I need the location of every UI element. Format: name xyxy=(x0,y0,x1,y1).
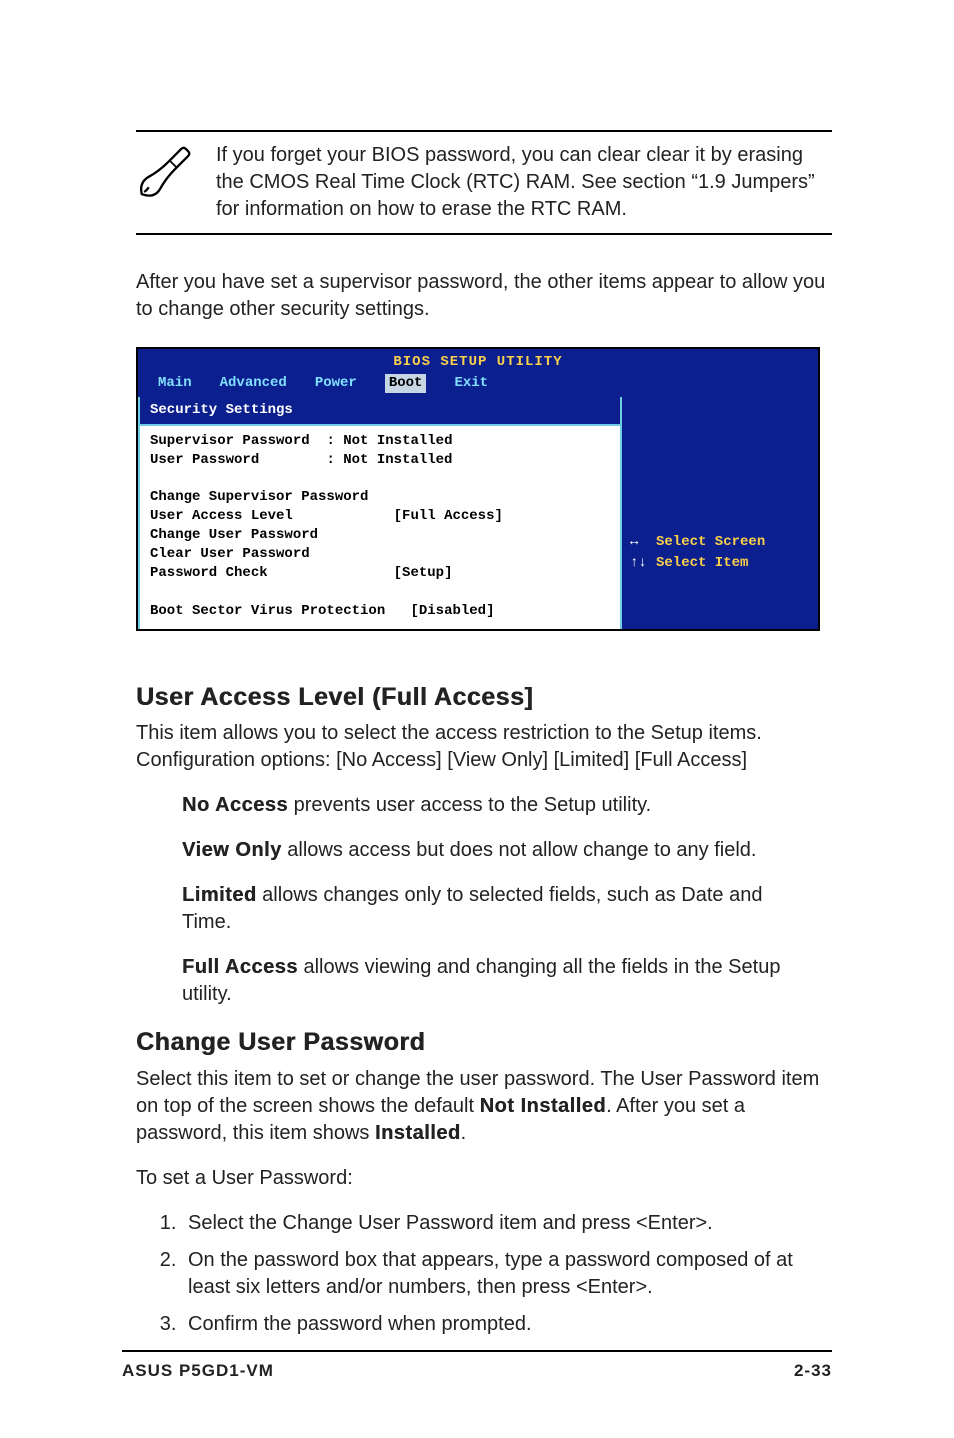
panel-heading: Security Settings xyxy=(140,397,620,426)
bios-help-panel: ↔ Select Screen ↑↓ Select Item xyxy=(622,397,818,629)
tab-main[interactable]: Main xyxy=(158,374,192,393)
bios-tab-bar: Main Advanced Power Boot Exit xyxy=(144,374,812,393)
row-spacer xyxy=(150,469,610,488)
note-block: If you forget your BIOS password, you ca… xyxy=(136,130,832,235)
def-view-only: View Only allows access but does not all… xyxy=(182,837,812,864)
heading-change-user-password: Change User Password xyxy=(136,1026,832,1060)
arrows-lr-icon: ↔ xyxy=(630,533,646,552)
page-footer: ASUS P5GD1-VM 2-33 xyxy=(122,1350,832,1383)
user-password-steps: Select the Change User Password item and… xyxy=(154,1210,832,1338)
manual-page: If you forget your BIOS password, you ca… xyxy=(0,0,954,1438)
intro-paragraph: After you have set a supervisor password… xyxy=(136,269,832,323)
footer-product: ASUS P5GD1-VM xyxy=(122,1360,274,1383)
tab-boot[interactable]: Boot xyxy=(385,374,427,393)
tab-power[interactable]: Power xyxy=(315,374,357,393)
item-user-access-level[interactable]: User Access Level [Full Access] xyxy=(150,507,610,526)
def-no-access: No Access prevents user access to the Se… xyxy=(182,792,812,819)
user-access-level-desc: This item allows you to select the acces… xyxy=(136,720,832,774)
to-set-user-password: To set a User Password: xyxy=(136,1165,832,1192)
help-select-item: ↑↓ Select Item xyxy=(630,554,810,573)
tab-advanced[interactable]: Advanced xyxy=(220,374,287,393)
change-user-password-desc: Select this item to set or change the us… xyxy=(136,1066,832,1147)
step-3: Confirm the password when prompted. xyxy=(182,1311,832,1338)
note-text: If you forget your BIOS password, you ca… xyxy=(216,142,832,223)
help-label: Select Screen xyxy=(656,533,765,552)
item-change-supervisor-password[interactable]: Change Supervisor Password xyxy=(150,488,610,507)
bios-title: BIOS SETUP UTILITY xyxy=(144,353,812,372)
step-2: On the password box that appears, type a… xyxy=(182,1247,832,1301)
footer-page-number: 2-33 xyxy=(794,1360,832,1383)
tab-exit[interactable]: Exit xyxy=(454,374,488,393)
def-limited: Limited allows changes only to selected … xyxy=(182,882,812,936)
item-change-user-password[interactable]: Change User Password xyxy=(150,526,610,545)
step-1: Select the Change User Password item and… xyxy=(182,1210,832,1237)
bios-screenshot: BIOS SETUP UTILITY Main Advanced Power B… xyxy=(136,347,820,631)
row-supervisor-password: Supervisor Password : Not Installed xyxy=(150,432,610,451)
help-label: Select Item xyxy=(656,554,748,573)
row-user-password: User Password : Not Installed xyxy=(150,451,610,470)
arrows-ud-icon: ↑↓ xyxy=(630,554,646,573)
item-password-check[interactable]: Password Check [Setup] xyxy=(150,564,610,583)
help-select-screen: ↔ Select Screen xyxy=(630,533,810,552)
item-clear-user-password[interactable]: Clear User Password xyxy=(150,545,610,564)
pencil-note-icon xyxy=(136,142,194,208)
heading-user-access-level: User Access Level (Full Access] xyxy=(136,681,832,715)
row-spacer-2 xyxy=(150,583,610,602)
item-boot-sector-virus[interactable]: Boot Sector Virus Protection [Disabled] xyxy=(150,602,610,621)
def-full-access: Full Access allows viewing and changing … xyxy=(182,954,812,1008)
bios-body: Security Settings Supervisor Password : … xyxy=(138,397,818,629)
bios-settings-panel: Security Settings Supervisor Password : … xyxy=(138,397,622,629)
bios-header: BIOS SETUP UTILITY Main Advanced Power B… xyxy=(138,349,818,397)
